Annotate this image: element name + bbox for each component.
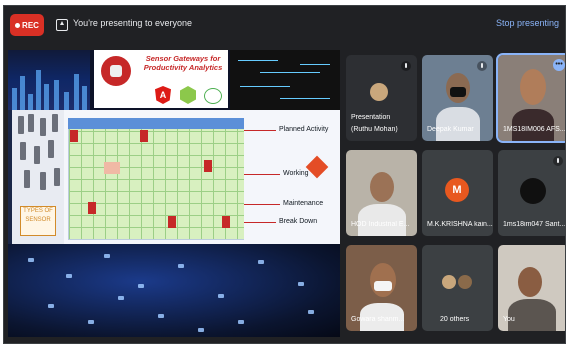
participant-tile-afs[interactable]: ••• 1MS18IM006 AFS... (496, 53, 566, 143)
breakdown-mark (222, 216, 230, 228)
mic-off-icon (553, 156, 563, 166)
legend-arrow (244, 204, 280, 205)
gear-database-icon (101, 56, 131, 86)
participant-tile-gowara[interactable]: Gowara shanm... (346, 245, 417, 331)
presented-slide: Sensor Gateways for Productivity Analyti… (8, 50, 340, 337)
participant-tile-sant[interactable]: 1ms18im047 Sant... (498, 150, 566, 236)
participant-tile-krishna[interactable]: M M.K.KRISHNA kain... (422, 150, 493, 236)
participant-name: HOD Industrial E... (351, 221, 410, 228)
participant-name: M.K.KRISHNA kain... (427, 221, 493, 228)
legend-arrow (244, 222, 276, 223)
participant-tile-you[interactable]: You (498, 245, 565, 331)
participant-name: 1ms18im047 Sant... (503, 221, 566, 228)
more-options-icon[interactable]: ••• (553, 59, 565, 71)
mic-icon (477, 61, 487, 71)
participant-video (370, 172, 394, 202)
participant-video (370, 263, 396, 297)
recording-indicator[interactable]: REC (10, 14, 44, 36)
participant-tile-deepak[interactable]: Deepak Kumar (422, 55, 493, 141)
participant-tile-others[interactable]: 20 others (422, 245, 493, 331)
presenting-status: You're presenting to everyone (73, 18, 192, 28)
slide-title-line2: Productivity Analytics (143, 63, 223, 72)
presenting-banner: REC You're presenting to everyone Stop p… (4, 6, 565, 44)
participant-name: 20 others (440, 316, 470, 323)
avatar: M (445, 178, 469, 202)
sensor-types-label: TYPES OF SENSOR (20, 206, 56, 236)
breakdown-mark (140, 130, 148, 142)
slide-title-line1: Sensor Gateways for (145, 54, 221, 63)
legend-arrow (244, 174, 280, 175)
legend-panel: Planned Activity Working Maintenance Bre… (244, 110, 340, 244)
planned-mark (104, 162, 120, 174)
activity-diagram: TYPES OF SENSOR (12, 110, 250, 244)
presenter-thumbnail (370, 83, 388, 101)
face-mask (450, 87, 466, 97)
sensor-images: TYPES OF SENSOR (12, 110, 64, 244)
legend-working: Working (283, 170, 309, 177)
participant-name: Gowara shanm... (351, 316, 405, 323)
breakdown-mark (204, 160, 212, 172)
rec-label: REC (22, 20, 39, 30)
avatar (520, 178, 546, 204)
legend-arrow (244, 130, 276, 131)
participant-tile-hod[interactable]: HOD Industrial E... (346, 150, 417, 236)
avatar (442, 275, 456, 289)
participant-name: 1MS18IM006 AFS... (503, 126, 566, 133)
participant-video (520, 69, 546, 105)
avatar (458, 275, 472, 289)
participant-video (518, 267, 542, 297)
participant-subname: (Ruthu Mohan) (351, 126, 398, 133)
breakdown-mark (70, 130, 78, 142)
present-screen-icon (56, 19, 68, 31)
legend-breakdown: Break Down (279, 218, 318, 225)
record-dot-icon (15, 22, 21, 28)
breakdown-mark (88, 202, 96, 214)
meet-window: REC You're presenting to everyone Stop p… (3, 5, 566, 344)
legend-planned: Planned Activity (279, 126, 329, 133)
city-lights-image (8, 50, 90, 110)
participant-name: You (503, 316, 515, 323)
mic-off-icon (401, 61, 411, 71)
stop-presenting-button[interactable]: Stop presenting (496, 18, 559, 28)
participant-name: Presentation (351, 114, 391, 121)
breakdown-mark (168, 216, 176, 228)
schedule-grid-header (68, 118, 248, 129)
legend-maintenance: Maintenance (283, 200, 324, 207)
circuit-image (230, 50, 340, 110)
face-mask (374, 281, 392, 291)
react-logo-icon (204, 88, 222, 104)
participant-tile-presentation[interactable]: Presentation (Ruthu Mohan) (346, 55, 417, 141)
participant-name: Deepak Kumar (427, 126, 474, 133)
network-image (8, 244, 340, 337)
